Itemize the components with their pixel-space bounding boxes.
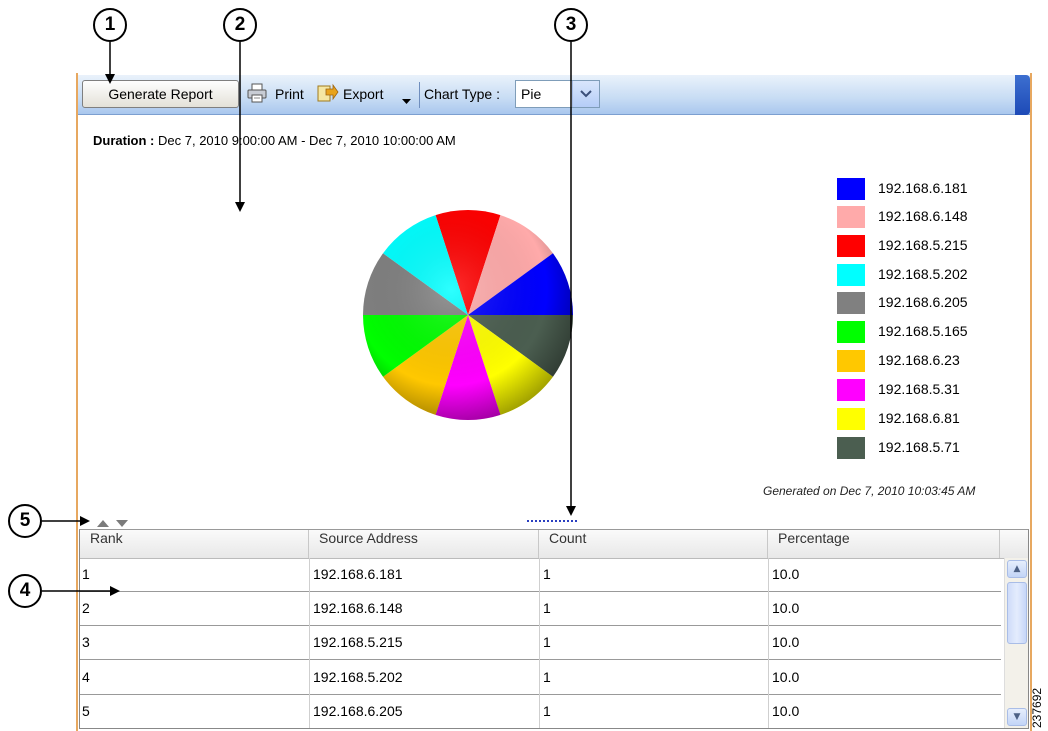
legend-swatch <box>837 292 865 314</box>
percentage-cell: 10.0 <box>772 634 800 651</box>
source-address-cell: 192.168.6.148 <box>313 600 403 617</box>
scrollbar-thumb[interactable] <box>1007 582 1027 644</box>
rank-cell: 1 <box>82 566 90 582</box>
column-header-percentage[interactable]: Percentage <box>768 530 1000 558</box>
legend-swatch <box>837 206 865 228</box>
count-cell: 1 <box>543 702 551 719</box>
rank-cell: 3 <box>82 634 90 651</box>
percentage-cell: 10.0 <box>772 668 800 685</box>
column-divider <box>309 558 310 728</box>
legend-label: 192.168.5.215 <box>878 237 968 253</box>
source-address-cell: 192.168.6.181 <box>313 566 403 582</box>
export-icon[interactable] <box>317 83 339 103</box>
count-cell: 1 <box>543 566 551 582</box>
percentage-cell: 10.0 <box>772 702 800 719</box>
table-row[interactable]: 5 192.168.6.205 1 10.0 <box>80 695 1001 728</box>
legend-label: 192.168.6.148 <box>878 208 968 224</box>
column-header-count[interactable]: Count <box>539 530 768 558</box>
rank-cell: 2 <box>82 600 90 617</box>
chevron-down-icon[interactable] <box>572 81 599 107</box>
toolbar-end-cap <box>1015 75 1030 115</box>
callout-1: 1 <box>93 8 127 42</box>
export-button[interactable]: Export <box>343 86 383 102</box>
chart-type-value: Pie <box>521 86 542 102</box>
table-header: Rank Source Address Count Percentage <box>80 530 1028 559</box>
duration-line: Duration : Dec 7, 2010 9:00:00 AM - Dec … <box>93 133 456 148</box>
duration-value: Dec 7, 2010 9:00:00 AM - Dec 7, 2010 10:… <box>158 133 456 148</box>
rank-cell: 4 <box>82 668 90 685</box>
scroll-up-icon[interactable]: ▲ <box>1007 560 1027 578</box>
legend-swatch <box>837 178 865 200</box>
legend-label: 192.168.6.23 <box>878 352 960 368</box>
legend-swatch <box>837 437 865 459</box>
duration-label: Duration : <box>93 133 155 148</box>
scroll-down-icon[interactable]: ▼ <box>1007 708 1027 726</box>
column-divider <box>539 558 540 728</box>
legend-label: 192.168.5.31 <box>878 381 960 397</box>
results-table: Rank Source Address Count Percentage 1 19… <box>79 529 1029 729</box>
count-cell: 1 <box>543 634 551 651</box>
callout-3: 3 <box>554 8 588 42</box>
legend-swatch <box>837 264 865 286</box>
column-divider <box>768 558 769 728</box>
pie-chart <box>363 209 573 421</box>
table-scrollbar[interactable]: ▲ ▼ <box>1004 558 1028 728</box>
sort-arrows-icon[interactable] <box>96 514 130 527</box>
legend-label: 192.168.5.165 <box>878 323 968 339</box>
rank-cell: 5 <box>82 702 90 719</box>
legend-swatch <box>837 235 865 257</box>
callout-2: 2 <box>223 8 257 42</box>
table-row[interactable]: 2 192.168.6.148 1 10.0 <box>80 592 1001 627</box>
generate-report-button[interactable]: Generate Report <box>82 80 239 108</box>
chart-type-label: Chart Type : <box>424 86 501 102</box>
table-row[interactable]: 1 192.168.6.181 1 10.0 <box>80 558 1001 592</box>
legend-label: 192.168.6.205 <box>878 294 968 310</box>
chart-type-select[interactable]: Pie <box>515 80 600 108</box>
legend-swatch <box>837 408 865 430</box>
legend-swatch <box>837 379 865 401</box>
column-header-source-address[interactable]: Source Address <box>309 530 539 558</box>
legend-label: 192.168.6.81 <box>878 410 960 426</box>
figure-id: 237692 <box>1030 687 1044 728</box>
printer-icon[interactable] <box>247 82 267 104</box>
export-dropdown-icon[interactable] <box>402 90 411 104</box>
generated-timestamp: Generated on Dec 7, 2010 10:03:45 AM <box>763 484 976 498</box>
percentage-cell: 10.0 <box>772 566 800 582</box>
source-address-cell: 192.168.6.205 <box>313 702 403 719</box>
callout-4: 4 <box>8 574 42 608</box>
toolbar-separator <box>419 82 420 108</box>
legend-swatch <box>837 321 865 343</box>
count-cell: 1 <box>543 600 551 617</box>
legend-swatch <box>837 350 865 372</box>
legend-label: 192.168.6.181 <box>878 180 968 196</box>
source-address-cell: 192.168.5.215 <box>313 634 403 651</box>
legend-label: 192.168.5.71 <box>878 439 960 455</box>
legend-label: 192.168.5.202 <box>878 266 968 282</box>
callout-5: 5 <box>8 504 42 538</box>
print-button[interactable]: Print <box>275 86 304 102</box>
pane-splitter-handle[interactable] <box>527 520 577 524</box>
source-address-cell: 192.168.5.202 <box>313 668 403 685</box>
percentage-cell: 10.0 <box>772 600 800 617</box>
count-cell: 1 <box>543 668 551 685</box>
table-row[interactable]: 4 192.168.5.202 1 10.0 <box>80 661 1001 695</box>
column-header-rank[interactable]: Rank <box>80 530 309 558</box>
table-row[interactable]: 3 192.168.5.215 1 10.0 <box>80 626 1001 661</box>
